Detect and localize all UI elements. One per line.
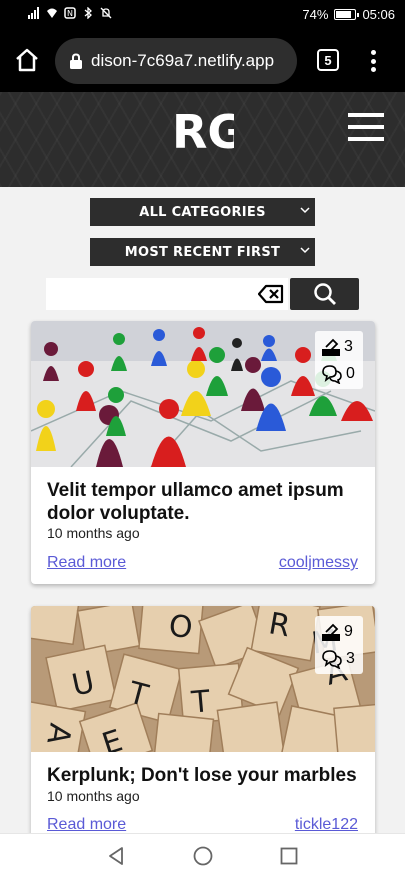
comments-stat: 3 xyxy=(321,649,355,669)
browser-toolbar: dison-7c69a7.netlify.app 5 xyxy=(0,30,405,92)
status-icons-right: 74% 05:06 xyxy=(302,7,395,22)
home-icon[interactable] xyxy=(14,47,40,73)
article-title[interactable]: Kerplunk; Don't lose your marbles xyxy=(47,764,365,787)
read-more-link[interactable]: Read more xyxy=(47,816,126,834)
clear-search-icon[interactable] xyxy=(258,284,284,304)
browser-menu-icon[interactable] xyxy=(366,48,380,74)
status-bar: N 74% 05:06 xyxy=(0,0,405,30)
votes-stat: 3 xyxy=(321,337,353,357)
comments-icon xyxy=(322,365,342,384)
author-link[interactable]: cooljmessy xyxy=(279,554,358,572)
category-select[interactable]: All Categories xyxy=(90,198,315,226)
vote-icon[interactable] xyxy=(321,622,341,642)
status-icons-left: N xyxy=(28,7,112,19)
chevron-down-icon xyxy=(300,207,310,214)
author-link[interactable]: tickle122 xyxy=(295,816,358,834)
svg-text:RG: RG xyxy=(172,106,234,159)
battery-level xyxy=(336,11,352,18)
svg-text:N: N xyxy=(67,9,73,18)
back-icon[interactable] xyxy=(107,846,127,866)
mute-icon xyxy=(100,7,112,19)
comments-count: 0 xyxy=(346,365,355,382)
url-text: dison-7c69a7.netlify.app xyxy=(91,51,275,70)
article-stats: 3 0 xyxy=(315,331,363,389)
search-icon xyxy=(313,283,336,305)
sort-select-value: Most Recent First xyxy=(124,244,281,260)
address-bar[interactable]: dison-7c69a7.netlify.app xyxy=(55,38,297,84)
comments-stat: 0 xyxy=(321,364,355,384)
nfc-icon: N xyxy=(64,7,76,19)
article-title[interactable]: Velit tempor ullamco amet ipsum dolor vo… xyxy=(47,479,365,525)
article-age: 10 months ago xyxy=(47,788,140,804)
sort-select[interactable]: Most Recent First xyxy=(90,238,315,266)
signal-icon xyxy=(28,7,39,19)
vote-icon[interactable] xyxy=(321,337,341,357)
comments-count: 3 xyxy=(346,650,355,667)
search-button[interactable] xyxy=(290,278,359,310)
clock: 05:06 xyxy=(362,7,395,22)
site-logo[interactable]: RG xyxy=(172,106,234,176)
search-input[interactable] xyxy=(46,278,288,310)
svg-text:T: T xyxy=(189,684,212,721)
votes-stat: 9 xyxy=(321,622,353,642)
tab-switcher-button[interactable]: 5 xyxy=(317,49,339,71)
category-select-value: All Categories xyxy=(139,204,266,220)
system-navigation-bar xyxy=(0,833,405,878)
chevron-down-icon xyxy=(300,247,310,254)
hamburger-menu-icon[interactable] xyxy=(348,113,384,141)
battery-percent: 74% xyxy=(302,7,329,22)
article-card[interactable]: 3 0 Velit tempor ullamco amet ipsum dolo… xyxy=(31,321,375,584)
article-card[interactable]: O R M U T T A E A 9 3 Kerplunk; Don't lo xyxy=(31,606,375,846)
wifi-icon xyxy=(47,8,57,18)
svg-text:O: O xyxy=(167,609,194,646)
comments-icon xyxy=(322,650,342,669)
read-more-link[interactable]: Read more xyxy=(47,554,126,572)
votes-count: 3 xyxy=(344,338,353,355)
site-header: RG xyxy=(0,92,405,187)
recent-apps-icon[interactable] xyxy=(280,847,298,865)
battery-icon xyxy=(334,9,360,20)
votes-count: 9 xyxy=(344,623,353,640)
home-nav-icon[interactable] xyxy=(193,846,213,866)
bluetooth-icon xyxy=(84,7,92,19)
lock-icon xyxy=(70,53,82,69)
article-age: 10 months ago xyxy=(47,525,140,541)
article-stats: 9 3 xyxy=(315,616,363,674)
